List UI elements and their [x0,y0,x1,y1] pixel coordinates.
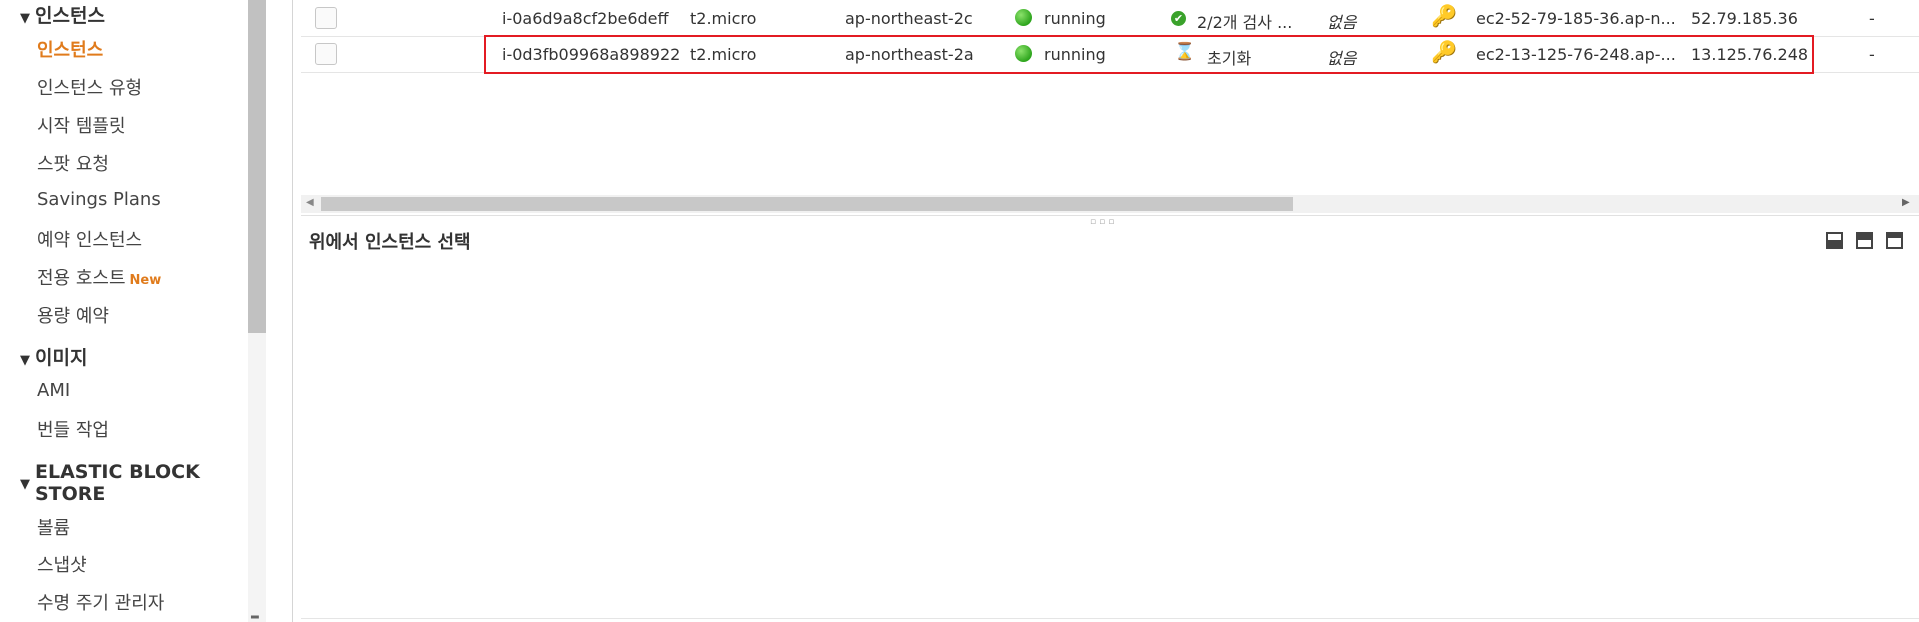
status-check[interactable]: 2/2개 검사 ... [1197,9,1292,33]
extra-column: - [1869,45,1875,64]
instance-state: running [1044,45,1106,64]
table-row[interactable]: i-0d3fb09968a898922 t2.micro ap-northeas… [301,36,1919,73]
hourglass-icon: ⌛ [1174,42,1196,62]
public-dns: ec2-52-79-185-36.ap-n... [1476,9,1676,28]
sidebar-item-instance-types[interactable]: 인스턴스 유형 [37,74,142,100]
collapse-triangle-icon: ▼ [20,11,30,26]
instance-type: t2.micro [690,45,757,64]
sidebar-item-dedicated-hosts[interactable]: 전용 호스트 New [37,264,161,290]
section-instances-header[interactable]: ▼ 인스턴스 [20,5,105,30]
layout-split-icon[interactable] [1856,232,1873,249]
resize-handle-icon[interactable]: ▫▫▫ [1090,217,1117,227]
availability-zone: ap-northeast-2a [845,45,974,64]
scroll-down-icon[interactable]: ▂ [251,608,259,619]
sidebar-nav: ▼ 인스턴스 인스턴스 인스턴스 유형 시작 템플릿 스팟 요청 Savings … [0,0,248,622]
layout-bottom-icon[interactable] [1826,232,1843,249]
running-status-icon [1015,9,1032,26]
instance-state: running [1044,9,1106,28]
instance-id: i-0d3fb09968a898922 [502,45,681,64]
horizontal-scrollbar-thumb[interactable] [321,197,1293,211]
sidebar-scrollbar-thumb[interactable] [248,0,266,333]
check-passed-icon: ✔ [1171,11,1186,26]
sidebar-item-savings-plans[interactable]: Savings Plans [37,189,161,210]
collapse-triangle-icon: ▼ [20,353,30,368]
sidebar-item-reserved-instances[interactable]: 예약 인스턴스 [37,226,142,252]
alarm-status: 없음 [1327,13,1357,32]
key-icon[interactable]: 🔑 [1431,4,1457,29]
sidebar-divider [292,0,293,622]
panel-divider [301,215,1919,216]
sidebar-item-ami[interactable]: AMI [37,380,70,401]
section-images-header[interactable]: ▼ 이미지 [20,347,87,372]
running-status-icon [1015,45,1032,62]
status-check[interactable]: 초기화 [1207,45,1251,69]
public-dns: ec2-13-125-76-248.ap-... [1476,45,1676,64]
row-checkbox[interactable] [315,43,337,65]
sidebar-item-volumes[interactable]: 볼륨 [37,514,70,540]
section-ebs-header[interactable]: ▼ELASTIC BLOCK STORE [20,461,200,505]
scroll-left-icon[interactable]: ◀ [306,197,314,208]
sidebar-item-capacity-reservations[interactable]: 용량 예약 [37,302,109,328]
scroll-right-icon[interactable]: ▶ [1902,197,1910,208]
sidebar-item-spot-requests[interactable]: 스팟 요청 [37,150,109,176]
sidebar-item-snapshots[interactable]: 스냅샷 [37,551,87,577]
detail-panel-title: 위에서 인스턴스 선택 [309,232,471,253]
row-checkbox[interactable] [315,7,337,29]
bottom-border [301,618,1919,619]
sidebar-item-instances[interactable]: 인스턴스 [37,36,103,62]
new-badge: New [129,273,162,288]
alarm-status: 없음 [1327,49,1357,68]
instance-id: i-0a6d9a8cf2be6deff [502,9,669,28]
table-row[interactable]: i-0a6d9a8cf2be6deff t2.micro ap-northeas… [301,0,1919,37]
sidebar-item-bundle-tasks[interactable]: 번들 작업 [37,416,109,442]
public-ip: 13.125.76.248 [1691,45,1809,64]
sidebar-item-lifecycle-manager[interactable]: 수명 주기 관리자 [37,589,164,615]
public-ip: 52.79.185.36 [1691,9,1798,28]
availability-zone: ap-northeast-2c [845,9,973,28]
instance-type: t2.micro [690,9,757,28]
sidebar-item-launch-templates[interactable]: 시작 템플릿 [37,112,126,138]
key-icon[interactable]: 🔑 [1431,40,1457,65]
layout-full-icon[interactable] [1886,232,1903,249]
extra-column: - [1869,9,1875,28]
collapse-triangle-icon: ▼ [20,477,30,492]
